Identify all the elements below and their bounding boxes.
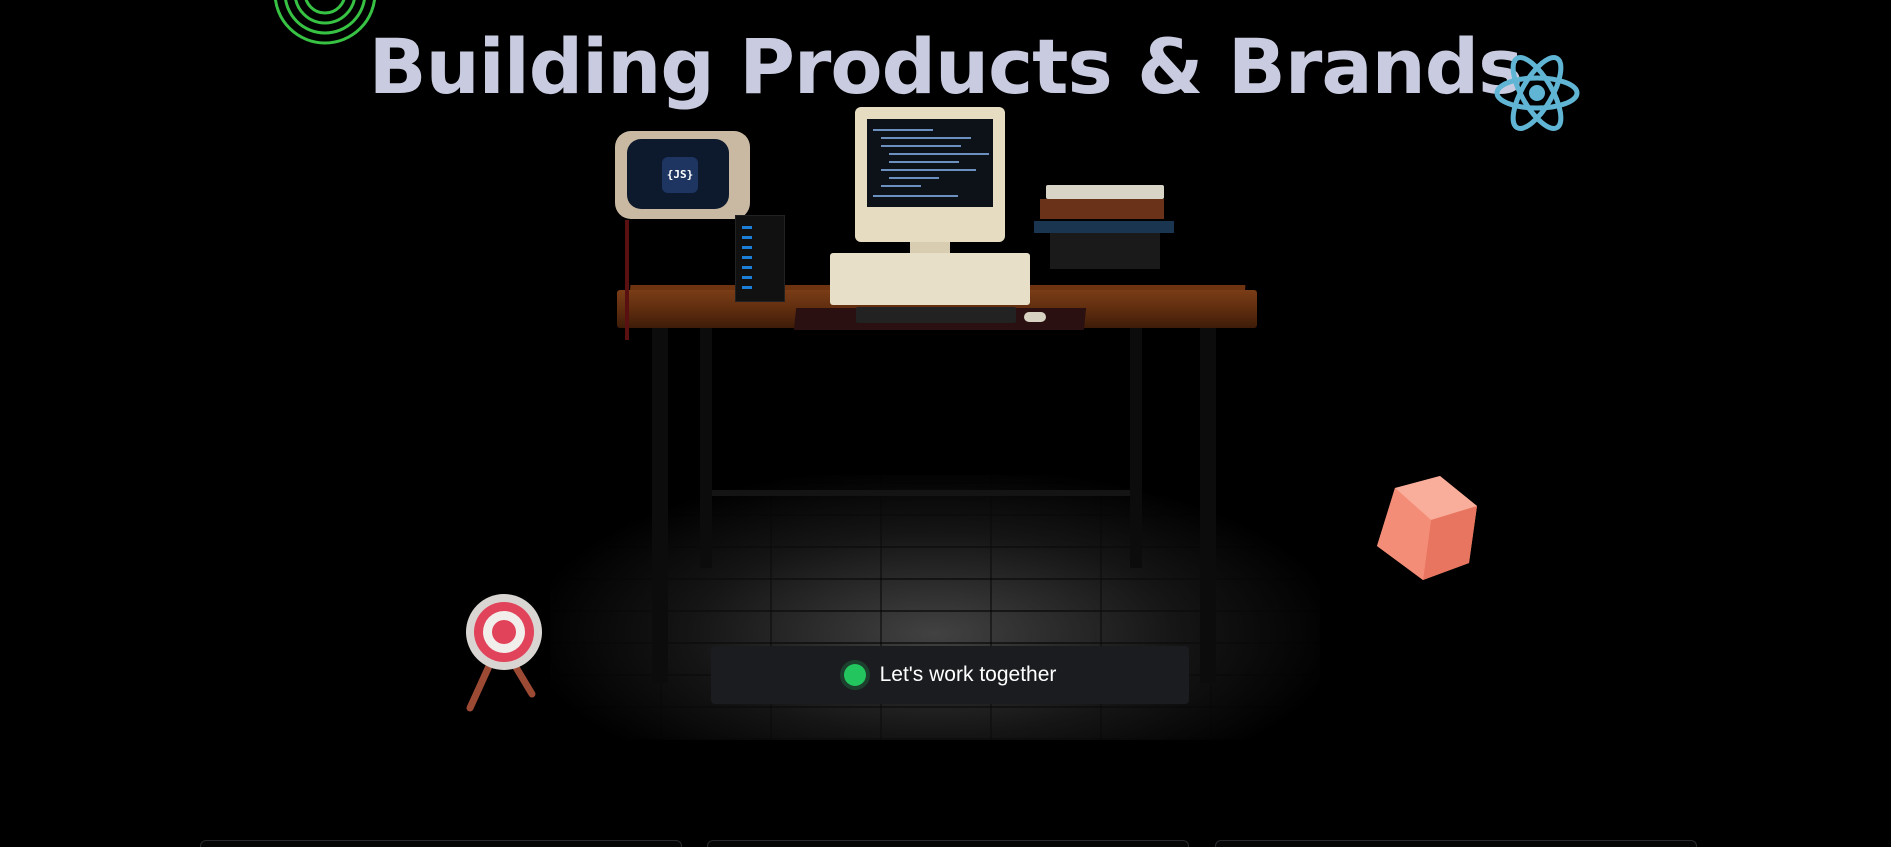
desk-scene: {JS} [540,95,1330,740]
desk-rail [700,490,1140,496]
card [707,840,1189,847]
keyboard [856,307,1016,323]
work-together-button[interactable]: Let's work together [711,646,1189,704]
target-icon [466,594,542,712]
status-dot-icon [843,664,866,686]
desk-leg [700,328,712,568]
retro-monitor [855,107,1005,242]
cables [625,220,629,340]
hero-section: Building Products & Brands {JS} Let's wo… [0,0,1891,847]
card [1215,840,1697,847]
monitor-screen [867,119,993,207]
desk-leg [652,328,668,683]
js-logo: {JS} [662,157,698,193]
card [200,840,682,847]
react-atom-icon [1494,55,1580,131]
server-tower [735,215,785,302]
cta-label: Let's work together [879,663,1057,686]
retro-tv: {JS} [615,131,750,219]
cube-icon [1377,476,1477,580]
pc-case [830,253,1030,305]
radio-stack [1034,185,1174,269]
desk-leg [1130,328,1142,568]
mouse [1024,312,1046,322]
desk-leg [1200,328,1216,683]
